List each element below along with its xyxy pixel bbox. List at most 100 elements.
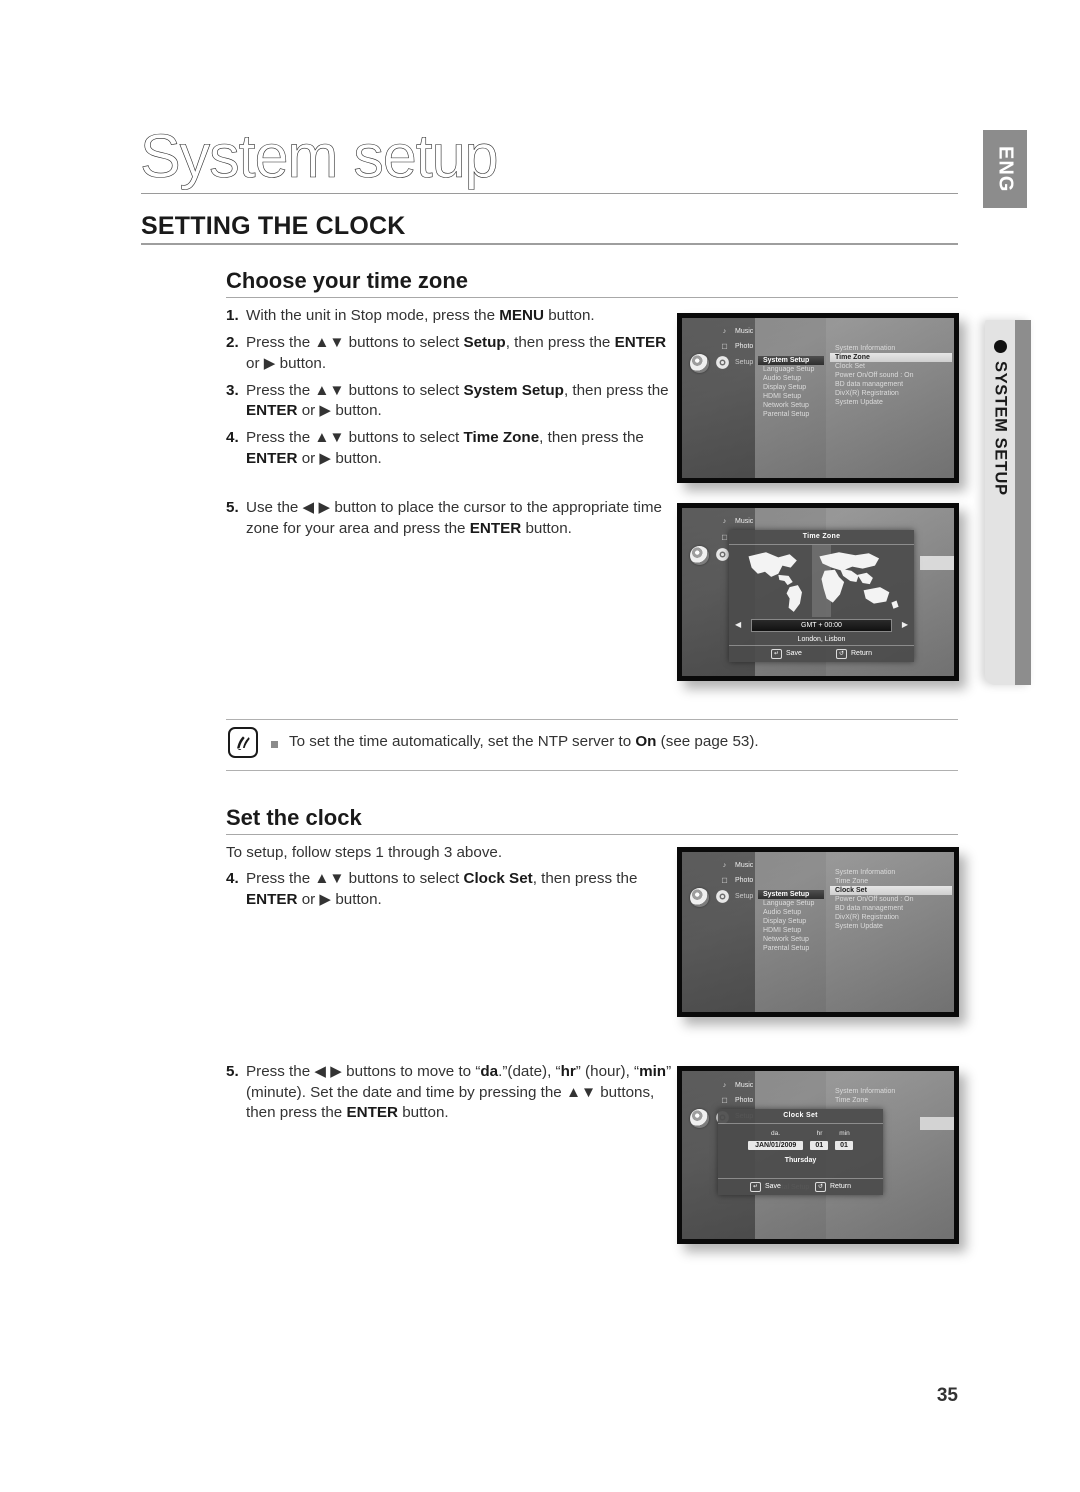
osd-source-photo[interactable]: ☐ Photo <box>720 876 753 885</box>
save-button[interactable]: ↵ Save <box>770 649 802 659</box>
osd-source-setup[interactable]: Setup <box>720 892 753 901</box>
gmt-value: GMT + 00:00 <box>751 619 892 632</box>
photo-icon: ☐ <box>721 1097 728 1105</box>
hour-field[interactable]: 01 <box>810 1141 829 1150</box>
menu-item-clock-set[interactable]: Clock Set <box>830 362 952 371</box>
note-bottom-divider <box>226 770 958 771</box>
menu-item-system-information[interactable]: System Information <box>830 868 952 877</box>
note-text: To set the time automatically, set the N… <box>289 733 759 750</box>
clockset-dialog: Clock Set da. hr min JAN/01/2009 01 01 T… <box>718 1109 883 1195</box>
memo-glyph <box>237 735 250 750</box>
enter-key-icon: ↵ <box>749 1182 761 1192</box>
prev-timezone-arrow[interactable]: ◀ <box>735 620 741 629</box>
disc-icon <box>690 888 709 907</box>
menu-item-system-information[interactable]: System Information <box>830 344 952 353</box>
osd-setup-menu: System Setup Language Setup Audio Setup … <box>758 356 824 419</box>
return-button[interactable]: ↺ Return <box>835 649 872 659</box>
photo-icon: ☐ <box>721 877 728 885</box>
world-map-graphic <box>748 552 899 612</box>
music-note-icon: ♪ <box>722 518 727 525</box>
header-minute: min <box>839 1130 850 1137</box>
menu-item-system-setup[interactable]: System Setup <box>758 356 824 365</box>
step-text: Press the ▲▼ buttons to select Setup, th… <box>246 334 667 372</box>
note-top-divider <box>226 719 958 720</box>
osd-source-photo[interactable]: ☐ Photo <box>720 342 753 351</box>
step-text: Press the ▲▼ buttons to select Time Zone… <box>246 429 644 467</box>
menu-item-network-setup[interactable]: Network Setup <box>758 935 824 944</box>
menu-item-hdmi-setup[interactable]: HDMI Setup <box>758 926 824 935</box>
osd-source-music[interactable]: ♪ Music <box>720 517 754 526</box>
enter-key-icon: ↵ <box>770 649 782 659</box>
timezone-dialog: Time Zone ◀ ▶ GMT + 00:00 London, Lisbon… <box>729 530 914 662</box>
osd-system-menu: System Information Time Zone Clock Set P… <box>830 868 952 931</box>
osd-screenshot-clockset-menu: ♪ Music ☐ Photo Setup System Setup Langu… <box>677 847 959 1017</box>
menu-item-bd-data[interactable]: BD data management <box>830 380 952 389</box>
menu-item-audio-setup[interactable]: Audio Setup <box>758 374 824 383</box>
music-note-icon: ♪ <box>722 1082 727 1089</box>
menu-item-system-information[interactable]: System Information <box>830 1087 952 1096</box>
osd-highlight-strip: ▸ <box>920 1117 954 1130</box>
menu-item-system-update[interactable]: System Update <box>830 922 952 931</box>
menu-item-time-zone[interactable]: Time Zone <box>830 353 952 362</box>
menu-item-power-sound[interactable]: Power On/Off sound : On <box>830 895 952 904</box>
music-note-icon: ♪ <box>722 328 727 335</box>
timezone-steps: 1. With the unit in Stop mode, press the… <box>226 306 676 476</box>
step-text: Press the ▲▼ buttons to select Clock Set… <box>246 870 638 908</box>
osd-source-photo[interactable]: ☐ <box>720 533 729 542</box>
osd-source-setup[interactable]: Setup <box>720 358 753 367</box>
menu-item-parental-setup[interactable]: Parental Setup <box>758 410 824 419</box>
menu-item-parental-setup[interactable]: Parental Setup <box>758 944 824 953</box>
menu-item-audio-setup[interactable]: Audio Setup <box>758 908 824 917</box>
date-field[interactable]: JAN/01/2009 <box>748 1141 804 1150</box>
language-tab: ENG <box>983 130 1027 208</box>
menu-item-hdmi-setup[interactable]: HDMI Setup <box>758 392 824 401</box>
osd-source-label: Music <box>735 518 754 525</box>
osd-source-music[interactable]: ♪ Music <box>720 861 754 870</box>
osd-source-photo[interactable]: ☐ Photo <box>720 1096 753 1105</box>
disc-icon <box>690 546 709 565</box>
bullet-icon <box>993 340 1007 353</box>
menu-item-display-setup[interactable]: Display Setup <box>758 383 824 392</box>
menu-item-time-zone[interactable]: Time Zone <box>830 877 952 886</box>
menu-item-network-setup[interactable]: Network Setup <box>758 401 824 410</box>
world-map <box>729 545 914 617</box>
language-tab-label: ENG <box>994 145 1017 193</box>
page-number: 35 <box>936 1385 958 1406</box>
step-text: Press the ◀ ▶ buttons to move to “da.”(d… <box>246 1063 672 1121</box>
menu-item-system-update[interactable]: System Update <box>830 398 952 407</box>
return-key-icon: ↺ <box>835 649 847 659</box>
osd-source-music[interactable]: ♪ Music <box>720 327 754 336</box>
osd-source-label: Music <box>735 1082 754 1089</box>
section-divider <box>141 243 958 245</box>
osd-source-music[interactable]: ♪ Music <box>720 1081 754 1090</box>
step-text: Press the ▲▼ buttons to select System Se… <box>246 381 669 420</box>
menu-item-divx-registration[interactable]: DivX(R) Registration <box>830 913 952 922</box>
osd-screenshot-timezone-dialog: ♪ Music ☐ ▸ Time Zone <box>677 503 959 681</box>
step-item: 1. With the unit in Stop mode, press the… <box>226 306 676 327</box>
menu-item-language-setup[interactable]: Language Setup <box>758 365 824 374</box>
return-button[interactable]: ↺ Return <box>814 1182 851 1192</box>
osd-screenshot-clockset-dialog: ♪ Music ☐ Photo Setup System Information… <box>677 1066 959 1244</box>
weekday-label: Thursday <box>784 1157 817 1164</box>
save-button[interactable]: ↵ Save <box>749 1182 781 1192</box>
gear-small-icon <box>720 358 729 367</box>
menu-item-system-setup[interactable]: System Setup <box>758 890 824 899</box>
minute-field[interactable]: 01 <box>835 1141 853 1150</box>
section-heading: SETTING THE CLOCK <box>141 212 406 240</box>
step-text: With the unit in Stop mode, press the ME… <box>246 307 595 324</box>
next-timezone-arrow[interactable]: ▶ <box>902 620 908 629</box>
music-note-icon: ♪ <box>722 862 727 869</box>
side-tab-edge <box>1015 320 1031 685</box>
menu-item-power-sound[interactable]: Power On/Off sound : On <box>830 371 952 380</box>
menu-item-display-setup[interactable]: Display Setup <box>758 917 824 926</box>
menu-item-language-setup[interactable]: Language Setup <box>758 899 824 908</box>
header-date: da. <box>770 1130 781 1137</box>
clockset-fields: JAN/01/2009 01 01 <box>718 1141 883 1150</box>
menu-item-time-zone[interactable]: Time Zone <box>830 1096 952 1105</box>
menu-item-bd-data[interactable]: BD data management <box>830 904 952 913</box>
menu-item-clock-set[interactable]: Clock Set <box>830 886 952 895</box>
memo-icon <box>228 727 258 758</box>
osd-source-label: Setup <box>735 359 754 366</box>
menu-item-divx-registration[interactable]: DivX(R) Registration <box>830 389 952 398</box>
osd-source-label: Music <box>735 862 754 869</box>
